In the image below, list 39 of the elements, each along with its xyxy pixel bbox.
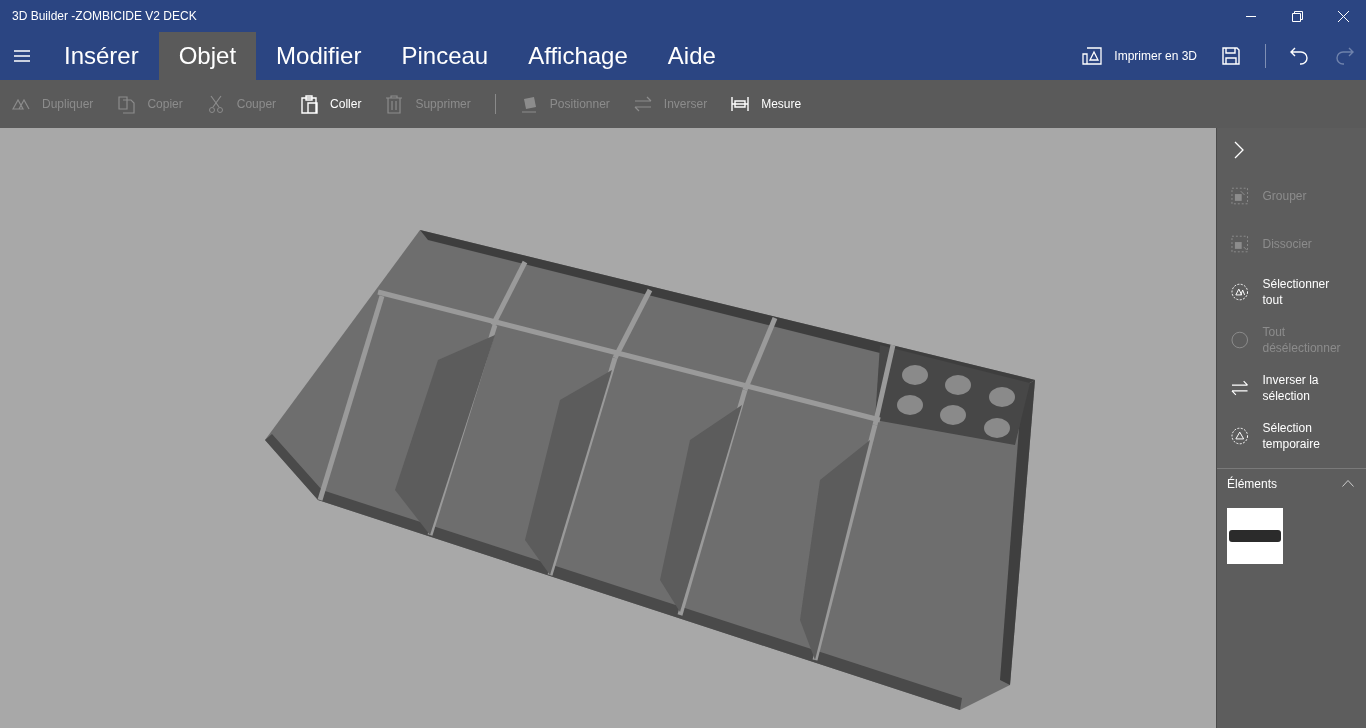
ribbon-tab[interactable]: Objet <box>158 32 257 80</box>
copy-icon <box>117 94 136 114</box>
group-icon <box>1231 186 1249 206</box>
scissors-icon <box>206 94 225 114</box>
chevron-up-icon <box>1342 480 1354 487</box>
undo-icon <box>1290 46 1310 66</box>
panel-button[interactable]: Inverser la sélection <box>1217 364 1366 412</box>
trash-icon <box>385 94 404 114</box>
close-icon <box>1337 10 1349 22</box>
ribbon-tab[interactable]: Aide <box>647 32 736 80</box>
elements-heading: Éléments <box>1227 475 1278 493</box>
triangle-circle-icon <box>1231 426 1249 446</box>
position-icon <box>519 94 538 114</box>
save-icon <box>1222 47 1240 65</box>
ruler-icon <box>731 94 750 114</box>
ribbon-tab[interactable]: Pinceau <box>381 32 509 80</box>
panel-button[interactable]: Sélection temporaire <box>1217 412 1366 460</box>
ribbon-tab[interactable]: Affichage <box>508 32 648 80</box>
circle-icon <box>1231 330 1249 350</box>
swap-arrows-icon <box>1231 378 1249 398</box>
minimize-icon <box>1246 15 1256 17</box>
paste-icon <box>300 94 319 114</box>
redo-icon <box>1334 46 1354 66</box>
ungroup-icon <box>1231 234 1249 254</box>
printer-icon <box>1082 47 1103 65</box>
model-thumbnail[interactable] <box>1227 508 1283 564</box>
ribbon-tab[interactable]: Modifier <box>256 32 382 80</box>
menu-icon <box>14 50 30 62</box>
chevron-right-icon <box>1234 141 1244 159</box>
select-all-icon <box>1231 282 1249 302</box>
model-thumbnail-drawing <box>1228 527 1282 545</box>
window-title: 3D Builder -ZOMBICIDE V2 DECK <box>11 8 198 25</box>
ribbon-tab[interactable]: Insérer <box>44 32 159 80</box>
print-3d-button[interactable]: Imprimer en 3D <box>1070 32 1209 80</box>
swap-arrows-icon <box>633 94 652 114</box>
toolbar-button[interactable]: Mesure <box>731 94 802 114</box>
restore-icon <box>1291 10 1303 22</box>
toolbar-button[interactable]: Coller <box>300 94 362 114</box>
panel-button[interactable]: Sélectionner tout <box>1217 268 1366 316</box>
